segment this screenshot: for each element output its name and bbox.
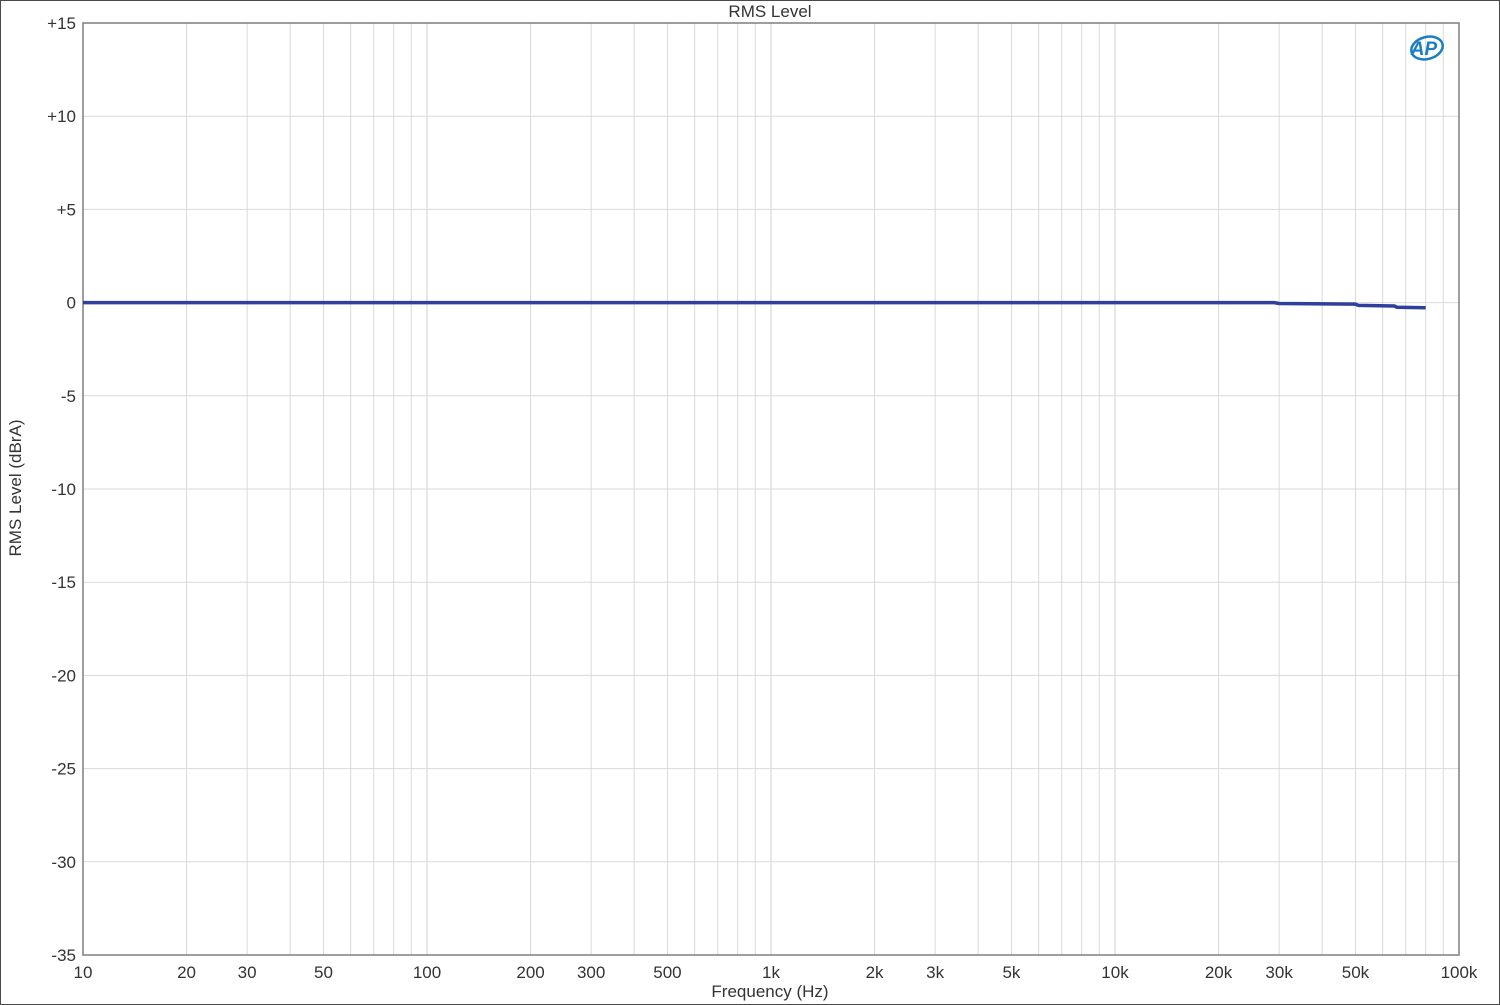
- x-tick-label: 2k: [866, 963, 884, 982]
- x-tick-label: 3k: [926, 963, 944, 982]
- x-tick-label: 500: [653, 963, 681, 982]
- series-line: [83, 300, 1426, 310]
- x-tick-label: 1k: [762, 963, 780, 982]
- x-tick-label: 50: [314, 963, 333, 982]
- x-tick-label: 20: [177, 963, 196, 982]
- y-tick-label: -10: [51, 480, 76, 499]
- ap-logo-icon: AP: [1410, 35, 1444, 61]
- y-tick-label: +10: [47, 107, 76, 126]
- y-tick-label: -5: [61, 387, 76, 406]
- x-tick-label: 300: [577, 963, 605, 982]
- x-tick-label: 30k: [1265, 963, 1293, 982]
- y-tick-labels: +15 +10 +5 0 -5 -10 -15 -20 -25 -30 -35: [47, 14, 76, 965]
- x-tick-label: 10k: [1101, 963, 1129, 982]
- y-tick-label: -30: [51, 853, 76, 872]
- x-tick-label: 100: [413, 963, 441, 982]
- series-layer: [83, 300, 1426, 310]
- x-tick-label: 5k: [1002, 963, 1020, 982]
- x-tick-label: 10: [74, 963, 93, 982]
- y-tick-label: +5: [57, 200, 76, 219]
- logo-text: AP: [1410, 39, 1438, 60]
- grid: [83, 23, 1459, 955]
- x-tick-labels: 10 20 30 50 100 200 300 500 1k 2k 3k 5k 10k 20k 30k 50k…: [74, 963, 1478, 982]
- y-tick-label: 0: [67, 294, 76, 313]
- y-tick-label: -25: [51, 760, 76, 779]
- x-tick-label: 30: [238, 963, 257, 982]
- chart-title: RMS Level: [728, 2, 811, 21]
- chart-svg: 10 20 30 50 100 200 300 500 1k 2k 3k 5k 10k 20k 30k 50k…: [6, 2, 1478, 1001]
- x-tick-label: 50k: [1342, 963, 1370, 982]
- x-axis-title: Frequency (Hz): [711, 982, 828, 1001]
- y-tick-label: +15: [47, 14, 76, 33]
- y-tick-label: -20: [51, 666, 76, 685]
- x-tick-label: 200: [516, 963, 544, 982]
- x-tick-label: 20k: [1205, 963, 1233, 982]
- y-axis-title: RMS Level (dBrA): [6, 420, 25, 557]
- y-tick-label: -35: [51, 946, 76, 965]
- x-tick-label: 100k: [1441, 963, 1478, 982]
- y-tick-label: -15: [51, 573, 76, 592]
